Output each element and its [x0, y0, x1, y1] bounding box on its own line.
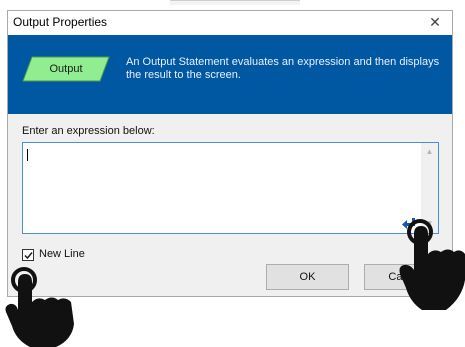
window-title: Output Properties — [13, 15, 108, 29]
close-icon[interactable]: ✕ — [424, 12, 446, 34]
pointing-hand-icon — [5, 267, 74, 347]
background-window-edge — [170, 0, 300, 5]
pointing-hand-icon — [399, 219, 465, 310]
output-shape: Output — [22, 56, 110, 82]
screen: Output Properties ✕ Output An Output Sta… — [0, 0, 465, 347]
output-shape-label: Output — [49, 63, 83, 75]
title-bar[interactable]: Output Properties ✕ — [8, 11, 452, 35]
checkmark-icon — [24, 252, 33, 260]
text-caret — [27, 149, 28, 161]
new-line-label: New Line — [39, 248, 85, 260]
ok-button[interactable]: OK — [266, 264, 349, 290]
new-line-checkbox[interactable] — [22, 249, 34, 261]
output-properties-dialog: Output Properties ✕ Output An Output Sta… — [7, 10, 453, 297]
expression-prompt: Enter an expression below: — [22, 125, 155, 137]
scroll-up-icon[interactable]: ▲ — [421, 145, 438, 159]
expression-input[interactable] — [23, 143, 421, 233]
expression-field[interactable]: ▲ ▼ — [22, 142, 439, 234]
info-banner: Output An Output Statement evaluates an … — [8, 35, 452, 114]
banner-description: An Output Statement evaluates an express… — [126, 56, 440, 81]
